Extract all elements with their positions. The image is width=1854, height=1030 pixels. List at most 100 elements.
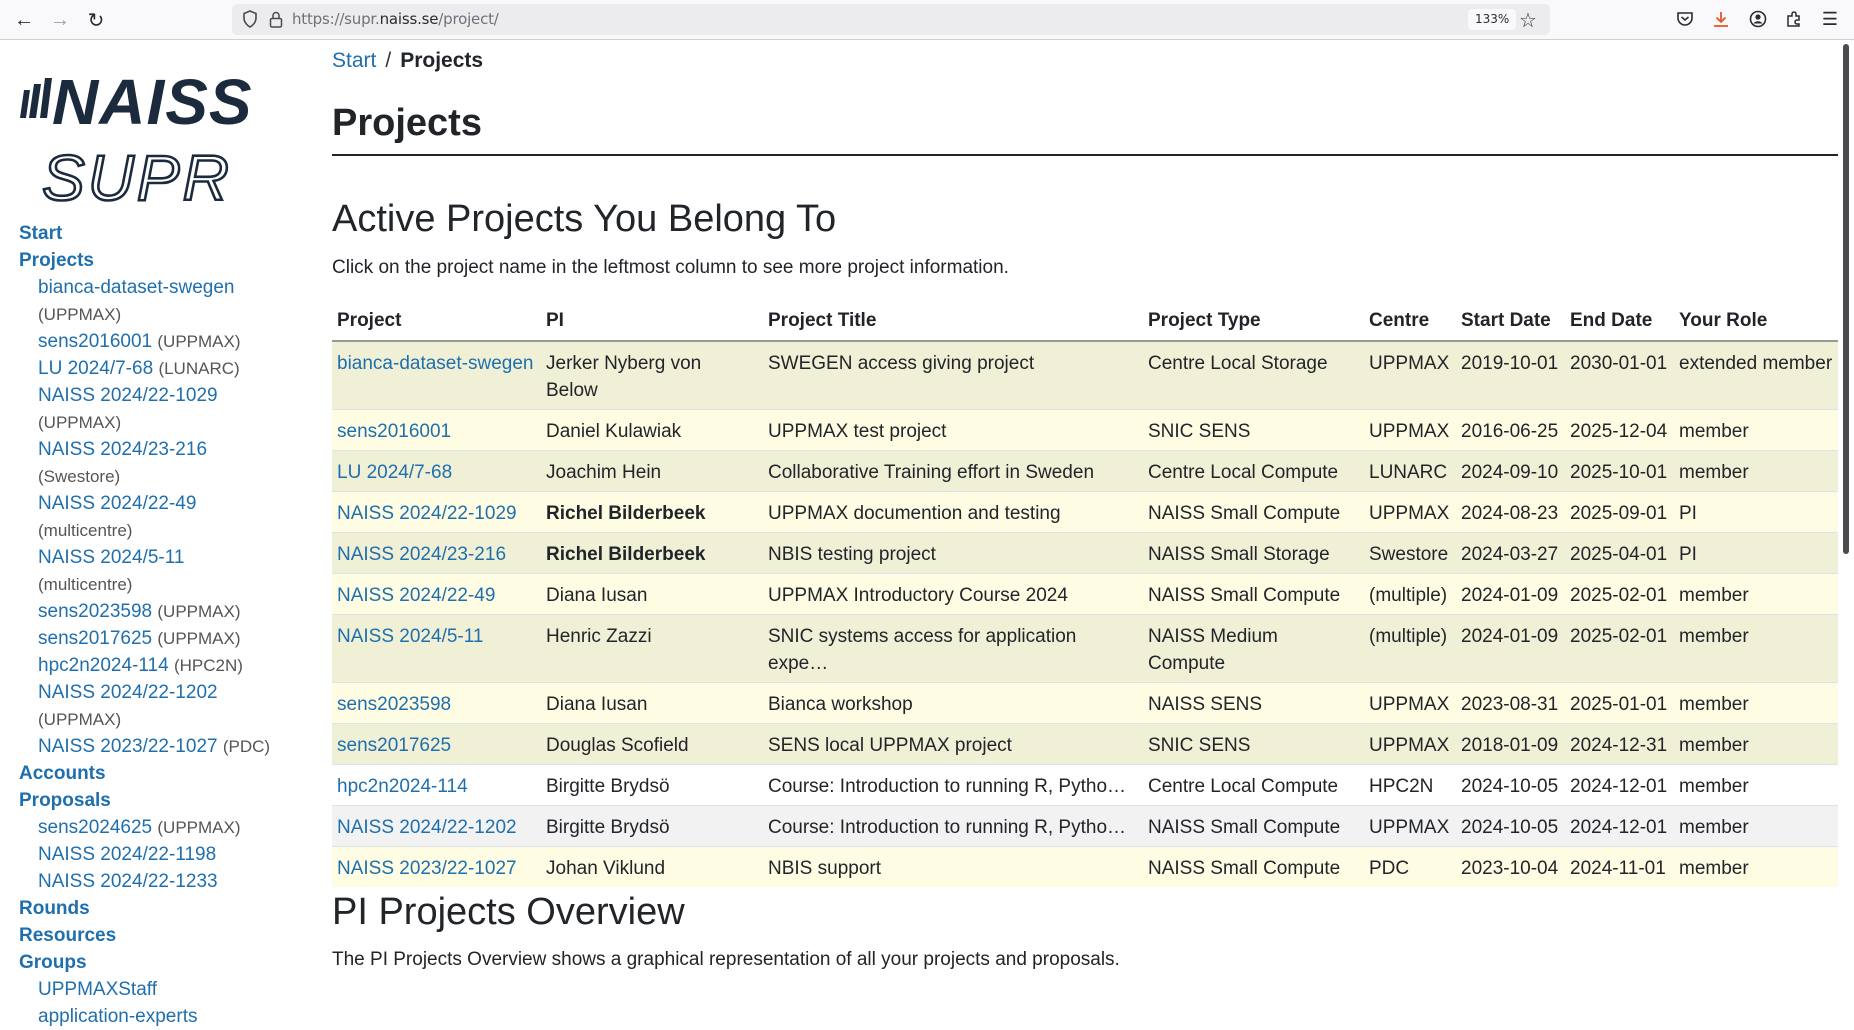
page-scrollbar[interactable]: [1843, 44, 1849, 554]
centre-text: (multiple): [1369, 626, 1448, 647]
project-link[interactable]: NAISS 2024/5-11: [337, 626, 483, 647]
breadcrumb-separator: /: [385, 49, 392, 72]
forward-icon[interactable]: →: [48, 8, 72, 32]
sidebar-project-link[interactable]: NAISS 2024/22-1202: [38, 682, 218, 703]
table-row: LU 2024/7-68 Joachim Hein Collaborative Tr…: [332, 450, 1838, 492]
end-date-text: 2025-09-01: [1570, 503, 1668, 524]
lock-icon[interactable]: [266, 9, 286, 29]
sidebar-proposal-link[interactable]: NAISS 2024/22-1198: [38, 844, 216, 865]
sidebar-project-link[interactable]: sens2017625: [38, 628, 152, 649]
sidebar-item-start[interactable]: Start: [19, 220, 270, 247]
url-text[interactable]: https://supr.naiss.se/project/: [292, 10, 499, 28]
role-text: member: [1679, 858, 1749, 879]
project-link[interactable]: NAISS 2024/22-49: [337, 585, 495, 606]
sidebar-proposal-link[interactable]: NAISS 2024/22-1233: [38, 871, 218, 892]
breadcrumb-start[interactable]: Start: [332, 49, 376, 72]
column-header-pi[interactable]: PI: [541, 302, 763, 342]
reload-icon[interactable]: ↻: [84, 8, 108, 32]
pocket-icon[interactable]: [1673, 7, 1697, 31]
pi-text: Joachim Hein: [546, 462, 662, 483]
column-header-start-date[interactable]: Start Date: [1456, 302, 1565, 342]
sidebar-item-resources[interactable]: Resources: [19, 922, 270, 949]
title-text: Course: Introduction to running R, Pytho…: [768, 776, 1127, 797]
column-header-end-date[interactable]: End Date: [1565, 302, 1674, 342]
extensions-icon[interactable]: [1782, 7, 1806, 31]
menu-icon[interactable]: ☰: [1818, 7, 1842, 31]
sidebar-project-link[interactable]: bianca-dataset-swegen: [38, 277, 234, 298]
role-text: member: [1679, 585, 1749, 606]
sidebar-item-projects[interactable]: Projects: [19, 247, 270, 274]
project-link[interactable]: sens2016001: [337, 421, 451, 442]
project-link[interactable]: sens2017625: [337, 735, 451, 756]
naiss-supr-logo[interactable]: NAISS SUPR: [18, 60, 300, 215]
title-text: UPPMAX Introductory Course 2024: [768, 585, 1068, 606]
sidebar-project-link[interactable]: NAISS 2023/22-1027: [38, 736, 218, 757]
title-text: UPPMAX test project: [768, 421, 947, 442]
project-link[interactable]: NAISS 2024/22-1202: [337, 817, 517, 838]
start-date-cell: 2024-09-10: [1456, 450, 1565, 492]
browser-toolbar: ← → ↻ https://supr.naiss.se/project/ 133…: [0, 0, 1854, 40]
sidebar-item-groups[interactable]: Groups: [19, 949, 270, 976]
type-cell: SNIC SENS: [1143, 723, 1364, 765]
back-icon[interactable]: ←: [12, 8, 36, 32]
svg-text:NAISS: NAISS: [52, 66, 253, 138]
start-date-cell: 2024-10-05: [1456, 805, 1565, 847]
bookmark-star-icon[interactable]: ☆: [1519, 8, 1537, 33]
centre-cell: LUNARC: [1364, 450, 1456, 492]
centre-text: UPPMAX: [1369, 421, 1450, 442]
column-header-title[interactable]: Project Title: [763, 302, 1143, 342]
role-text: member: [1679, 421, 1749, 442]
start-date-text: 2024-01-09: [1461, 585, 1559, 606]
sidebar-proposal-link[interactable]: sens2024625: [38, 817, 152, 838]
project-link[interactable]: NAISS 2024/22-1029: [337, 503, 517, 524]
project-link[interactable]: LU 2024/7-68: [337, 462, 452, 483]
sidebar-project-link[interactable]: NAISS 2024/5-11: [38, 547, 184, 568]
project-link[interactable]: NAISS 2024/23-216: [337, 544, 506, 565]
sidebar-project-centre: (UPPMAX): [38, 413, 122, 432]
role-cell: member: [1674, 764, 1838, 806]
sidebar-item-proposals[interactable]: Proposals: [19, 787, 270, 814]
start-date-text: 2024-08-23: [1461, 503, 1559, 524]
sidebar-item-accounts[interactable]: Accounts: [19, 760, 270, 787]
sidebar-project-link[interactable]: NAISS 2024/22-1029: [38, 385, 218, 406]
pi-cell: Birgitte Brydsö: [541, 764, 763, 806]
address-bar[interactable]: https://supr.naiss.se/project/ 133% ☆: [232, 4, 1550, 35]
project-link[interactable]: sens2023598: [337, 694, 451, 715]
pi-text: Diana Iusan: [546, 694, 648, 715]
column-header-centre[interactable]: Centre: [1364, 302, 1456, 342]
title-divider: [332, 154, 1838, 156]
column-header-project[interactable]: Project: [332, 302, 541, 342]
sidebar-project-link[interactable]: NAISS 2024/22-49: [38, 493, 196, 514]
project-link[interactable]: NAISS 2023/22-1027: [337, 858, 517, 879]
project-link[interactable]: hpc2n2024-114: [337, 776, 468, 797]
title-cell: Course: Introduction to running R, Pytho…: [763, 805, 1143, 847]
sidebar-project-link[interactable]: hpc2n2024-114: [38, 655, 169, 676]
account-icon[interactable]: [1746, 7, 1770, 31]
sidebar-project-link[interactable]: sens2016001: [38, 331, 152, 352]
type-cell: NAISS Small Compute: [1143, 573, 1364, 615]
download-icon[interactable]: [1709, 7, 1733, 31]
title-cell: SNIC systems access for application expe…: [763, 614, 1143, 683]
project-link[interactable]: bianca-dataset-swegen: [337, 353, 533, 374]
breadcrumb: Start / Projects: [332, 49, 483, 73]
column-header-type[interactable]: Project Type: [1143, 302, 1364, 342]
sidebar-project-link[interactable]: NAISS 2024/23-216: [38, 439, 207, 460]
pi-text: Birgitte Brydsö: [546, 776, 670, 797]
sidebar-project-link[interactable]: sens2023598: [38, 601, 152, 622]
table-row: NAISS 2024/22-1202 Birgitte Brydsö Course:…: [332, 805, 1838, 847]
sidebar-project-link[interactable]: LU 2024/7-68: [38, 358, 153, 379]
sidebar-group-link[interactable]: application-experts: [38, 1006, 197, 1027]
sidebar-item-rounds[interactable]: Rounds: [19, 895, 270, 922]
centre-text: UPPMAX: [1369, 694, 1450, 715]
sidebar-group-link[interactable]: UPPMAXStaff: [38, 979, 157, 1000]
sidebar-project-centre: (multicentre): [38, 575, 133, 594]
title-text: SENS local UPPMAX project: [768, 735, 1012, 756]
zoom-level-badge[interactable]: 133%: [1468, 9, 1517, 30]
title-text: NBIS testing project: [768, 544, 936, 565]
start-date-text: 2023-10-04: [1461, 858, 1559, 879]
breadcrumb-current: Projects: [400, 49, 484, 72]
shield-icon[interactable]: [240, 9, 260, 29]
centre-text: LUNARC: [1369, 462, 1448, 483]
project-cell: NAISS 2024/22-49: [332, 573, 541, 615]
column-header-role[interactable]: Your Role: [1674, 302, 1838, 342]
